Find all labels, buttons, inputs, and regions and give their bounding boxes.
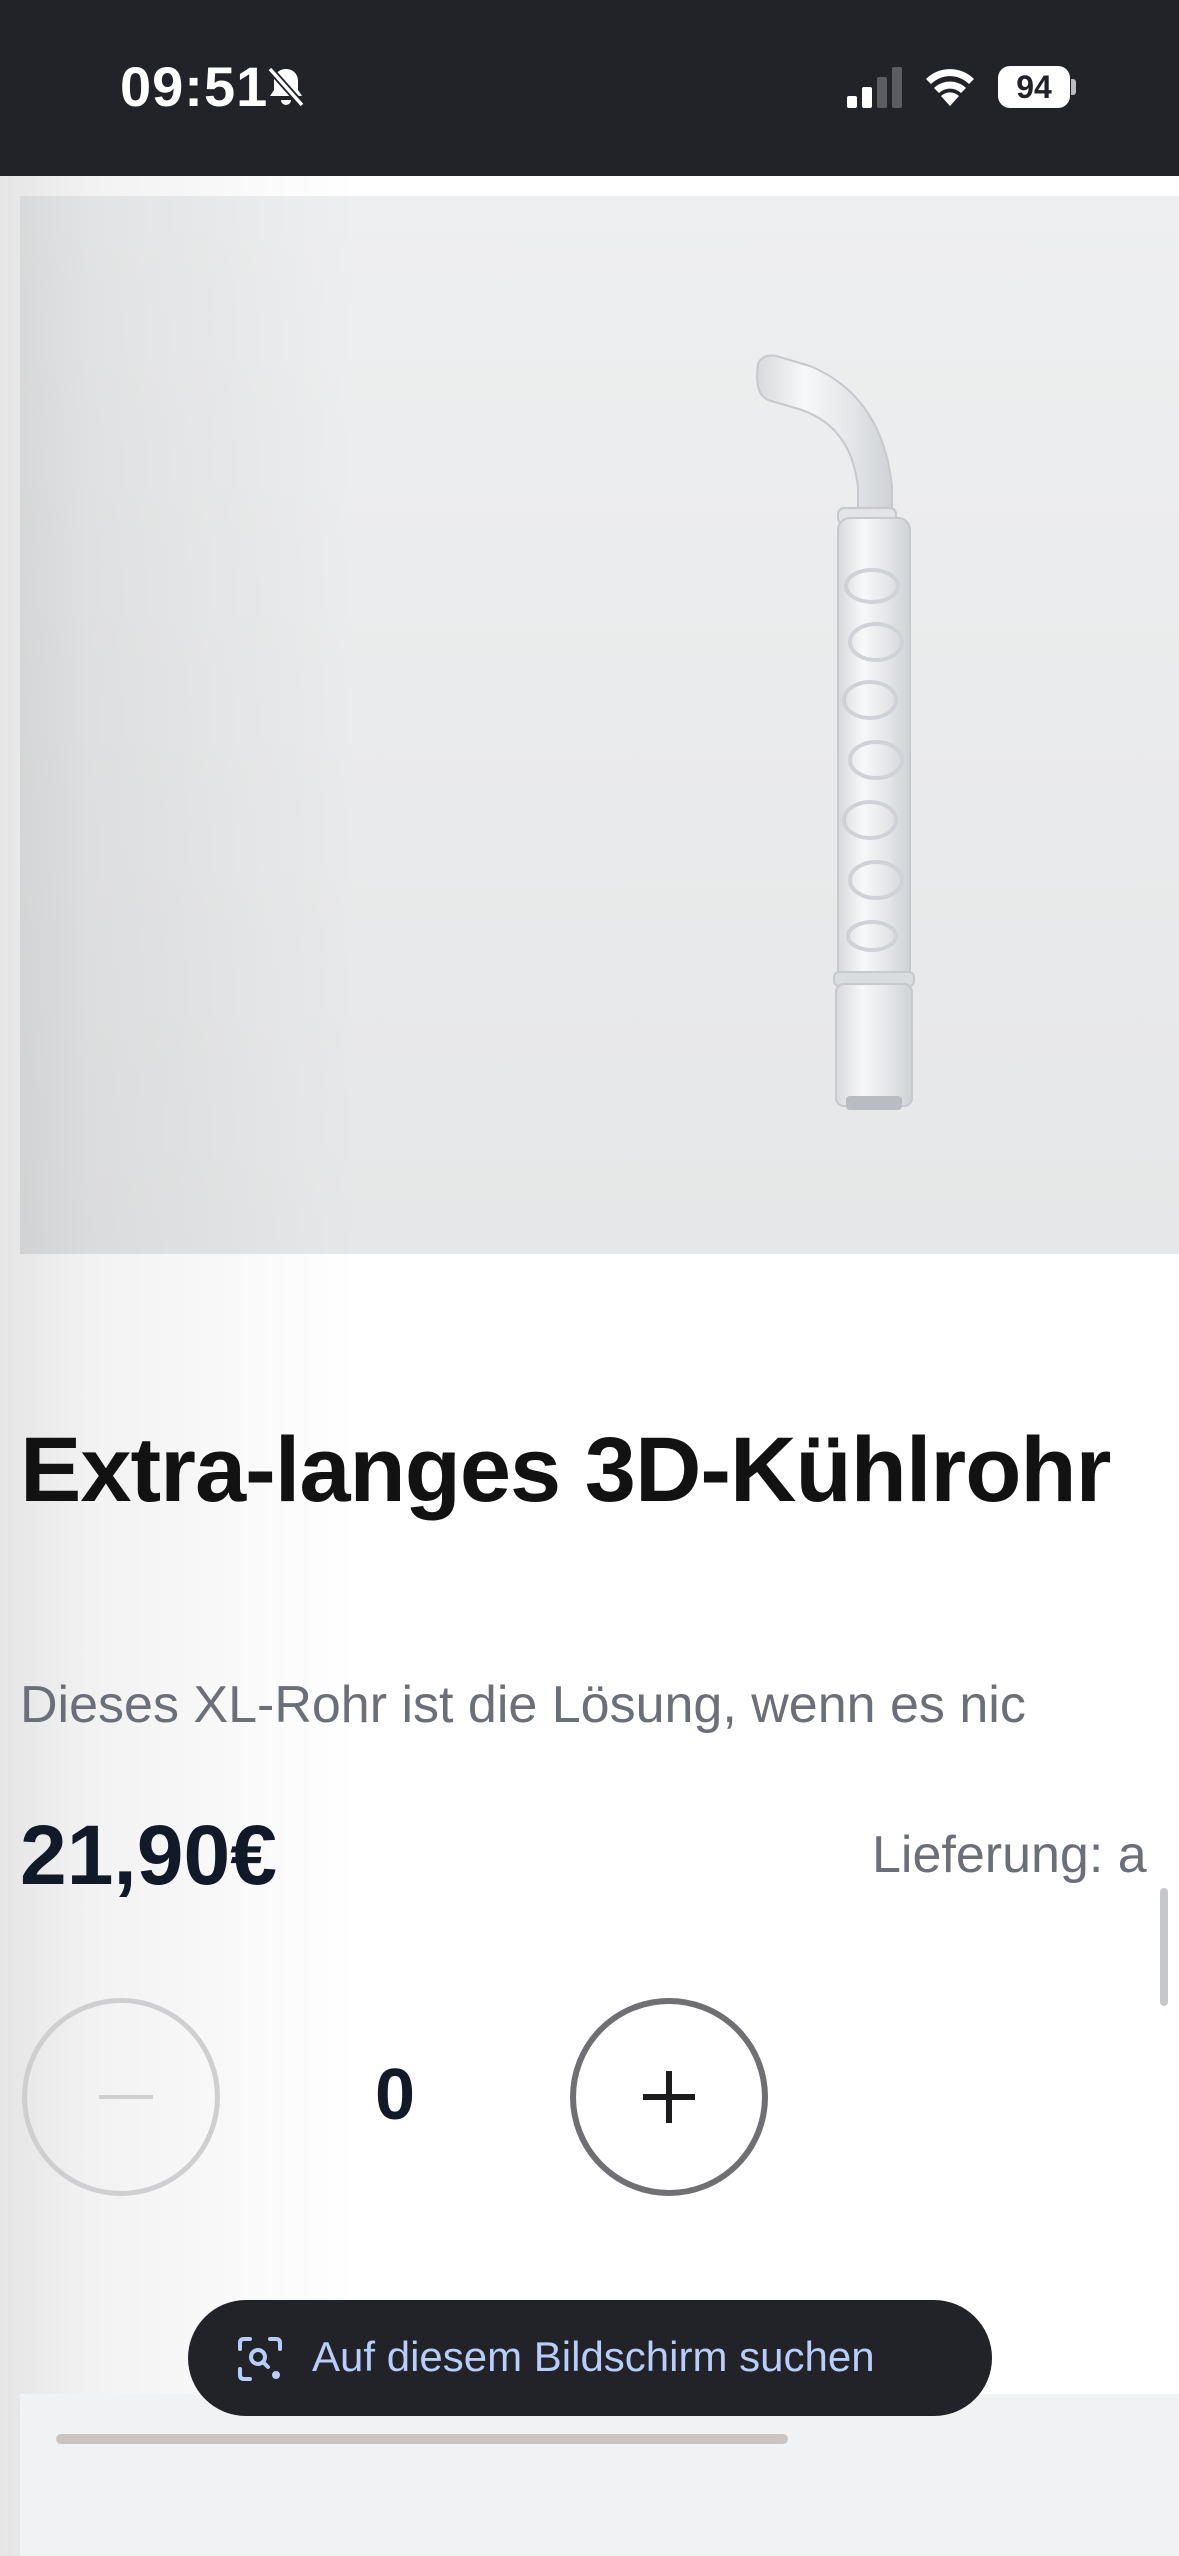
plus-icon-vertical <box>666 2071 672 2123</box>
quantity-decrease-button[interactable] <box>22 1998 220 2196</box>
status-time: 09:51 <box>120 55 269 118</box>
delivery-info: Lieferung: a <box>872 1826 1147 1884</box>
battery-level: 94 <box>998 66 1070 108</box>
battery-icon: 94 <box>998 66 1076 108</box>
bottom-panel <box>20 2394 1179 2556</box>
product-title: Extra-langes 3D-Kühlrohr <box>20 1419 1111 1521</box>
battery-tip <box>1071 79 1076 95</box>
scrollbar[interactable] <box>1160 1888 1168 2006</box>
status-bar: 09:51 94 <box>0 0 1179 176</box>
search-screen-label: Auf diesem Bildschirm suchen <box>312 2333 875 2380</box>
product-description: Dieses XL-Rohr ist die Lösung, wenn es n… <box>20 1676 1026 1734</box>
bell-slash-icon <box>267 66 305 108</box>
quantity-increase-button[interactable] <box>570 1998 768 2196</box>
wifi-icon <box>926 69 974 106</box>
glass-cooling-tube-image <box>756 354 915 1110</box>
product-image[interactable] <box>20 196 1179 1254</box>
minus-icon <box>99 2095 153 2099</box>
product-price: 21,90€ <box>20 1808 277 1902</box>
signal-icon <box>847 67 902 108</box>
home-indicator[interactable] <box>56 2434 788 2444</box>
quantity-value: 0 <box>374 2055 416 2135</box>
search-screen-button[interactable]: Auf diesem Bildschirm suchen <box>188 2300 992 2416</box>
lens-search-icon <box>238 2337 282 2381</box>
